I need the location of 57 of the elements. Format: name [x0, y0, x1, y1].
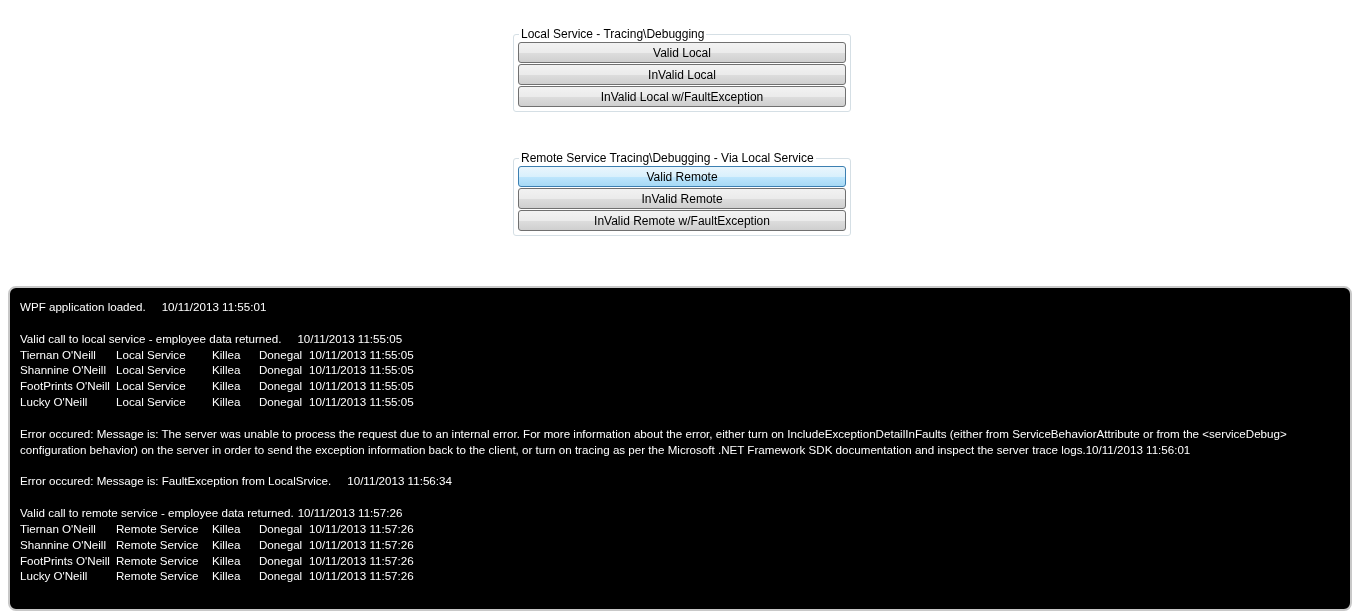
log-cell-text: Shannine O'Neill [20, 362, 107, 379]
log-cell-text: Killea [212, 362, 242, 379]
log-cell-text: Lucky O'Neill [20, 394, 89, 410]
log-cell-text: Shannine O'Neill [20, 536, 107, 553]
log-cell: 10/11/2013 11:57:26 [309, 552, 414, 569]
log-cell-text: Donegal [259, 394, 304, 410]
log-cell-text: Killea [212, 394, 242, 410]
log-message: WPF application loaded. [20, 299, 146, 315]
log-message: Valid call to local service - employee data returned. [20, 330, 282, 347]
action-button[interactable]: InValid Local w/FaultException [518, 86, 846, 107]
action-button[interactable]: InValid Remote [518, 188, 846, 209]
log-cell-text: Killea [212, 520, 242, 537]
log-cell-text: Killea [212, 378, 242, 394]
log-cell: 10/11/2013 11:55:05 [309, 394, 414, 410]
action-button[interactable]: InValid Remote w/FaultException [518, 210, 846, 231]
log-message: Error occured: Message is: The server was unable to process the request due to an internal error. For more information about the error, either turn on IncludeExceptionDetailInFaults (either from ServiceBehaviorAttribute or from the <serviceDebug> configuration behavior) on the server in order to send the exception information back to the client, or turn on tracing as per the Microsoft .NET Framework SDK documentation and inspect the server trace logs.10/11/2013 11:56:01 [20, 425, 1288, 458]
action-button[interactable]: Valid Remote [518, 166, 846, 187]
log-cell-text: Tiernan O'Neill [20, 346, 97, 363]
group-title: Remote Service Tracing\Debugging - Via Local Service [520, 151, 815, 165]
group-title: Local Service - Tracing\Debugging [520, 27, 706, 41]
log-cell: 10/11/2013 11:55:05 [309, 378, 414, 394]
log-cell-text: FootPrints O'Neill [20, 378, 111, 394]
log-cell-text: Local Service [116, 346, 187, 363]
log-cell-text: Donegal [259, 346, 304, 363]
log-timestamp: 10/11/2013 11:57:26 [297, 505, 403, 521]
log-cell-text: Remote Service [116, 568, 200, 585]
log-cell-text: FootPrints O'Neill [20, 552, 111, 569]
log-timestamp: 10/11/2013 11:55:05 [297, 330, 403, 347]
log-cell-text: Tiernan O'Neill [20, 520, 97, 537]
log-cell-text: Local Service [116, 362, 187, 379]
log-cell: 10/11/2013 11:57:26 [309, 520, 414, 537]
log-timestamp: 10/11/2013 11:56:34 [347, 473, 452, 490]
log-cell-text: Lucky O'Neill [20, 568, 89, 585]
log-cell-text: Donegal [259, 520, 304, 537]
action-button[interactable]: InValid Local [518, 64, 846, 85]
log-cell-text: Killea [212, 536, 242, 553]
log-cell-text: Remote Service [116, 520, 200, 537]
log-cell-text: Killea [212, 552, 242, 569]
log-cell-text: Killea [212, 346, 242, 363]
log-cell-text: Donegal [259, 378, 304, 394]
log-cell-text: Local Service [116, 394, 187, 410]
log-cell: 10/11/2013 11:57:26 [309, 568, 414, 585]
log-cell-text: Donegal [259, 552, 304, 569]
log-timestamp: 10/11/2013 11:55:01 [161, 299, 267, 315]
log-cell: 10/11/2013 11:55:05 [309, 346, 414, 363]
log-cell-text: Remote Service [116, 536, 200, 553]
log-cell-text: Donegal [259, 568, 304, 585]
log-message: Error occured: Message is: FaultException from LocalSrvice. [20, 473, 332, 490]
log-cell-text: Donegal [259, 536, 304, 553]
log-cell: 10/11/2013 11:55:05 [309, 362, 414, 379]
log-cell-text: Donegal [259, 362, 304, 379]
log-cell-text: Local Service [116, 378, 187, 394]
log-cell: 10/11/2013 11:57:26 [309, 536, 414, 553]
log-cell-text: Remote Service [116, 552, 200, 569]
log-cell-text: Killea [212, 568, 242, 585]
log-message: Valid call to remote service - employee data returned. [20, 505, 294, 521]
action-button[interactable]: Valid Local [518, 42, 846, 63]
